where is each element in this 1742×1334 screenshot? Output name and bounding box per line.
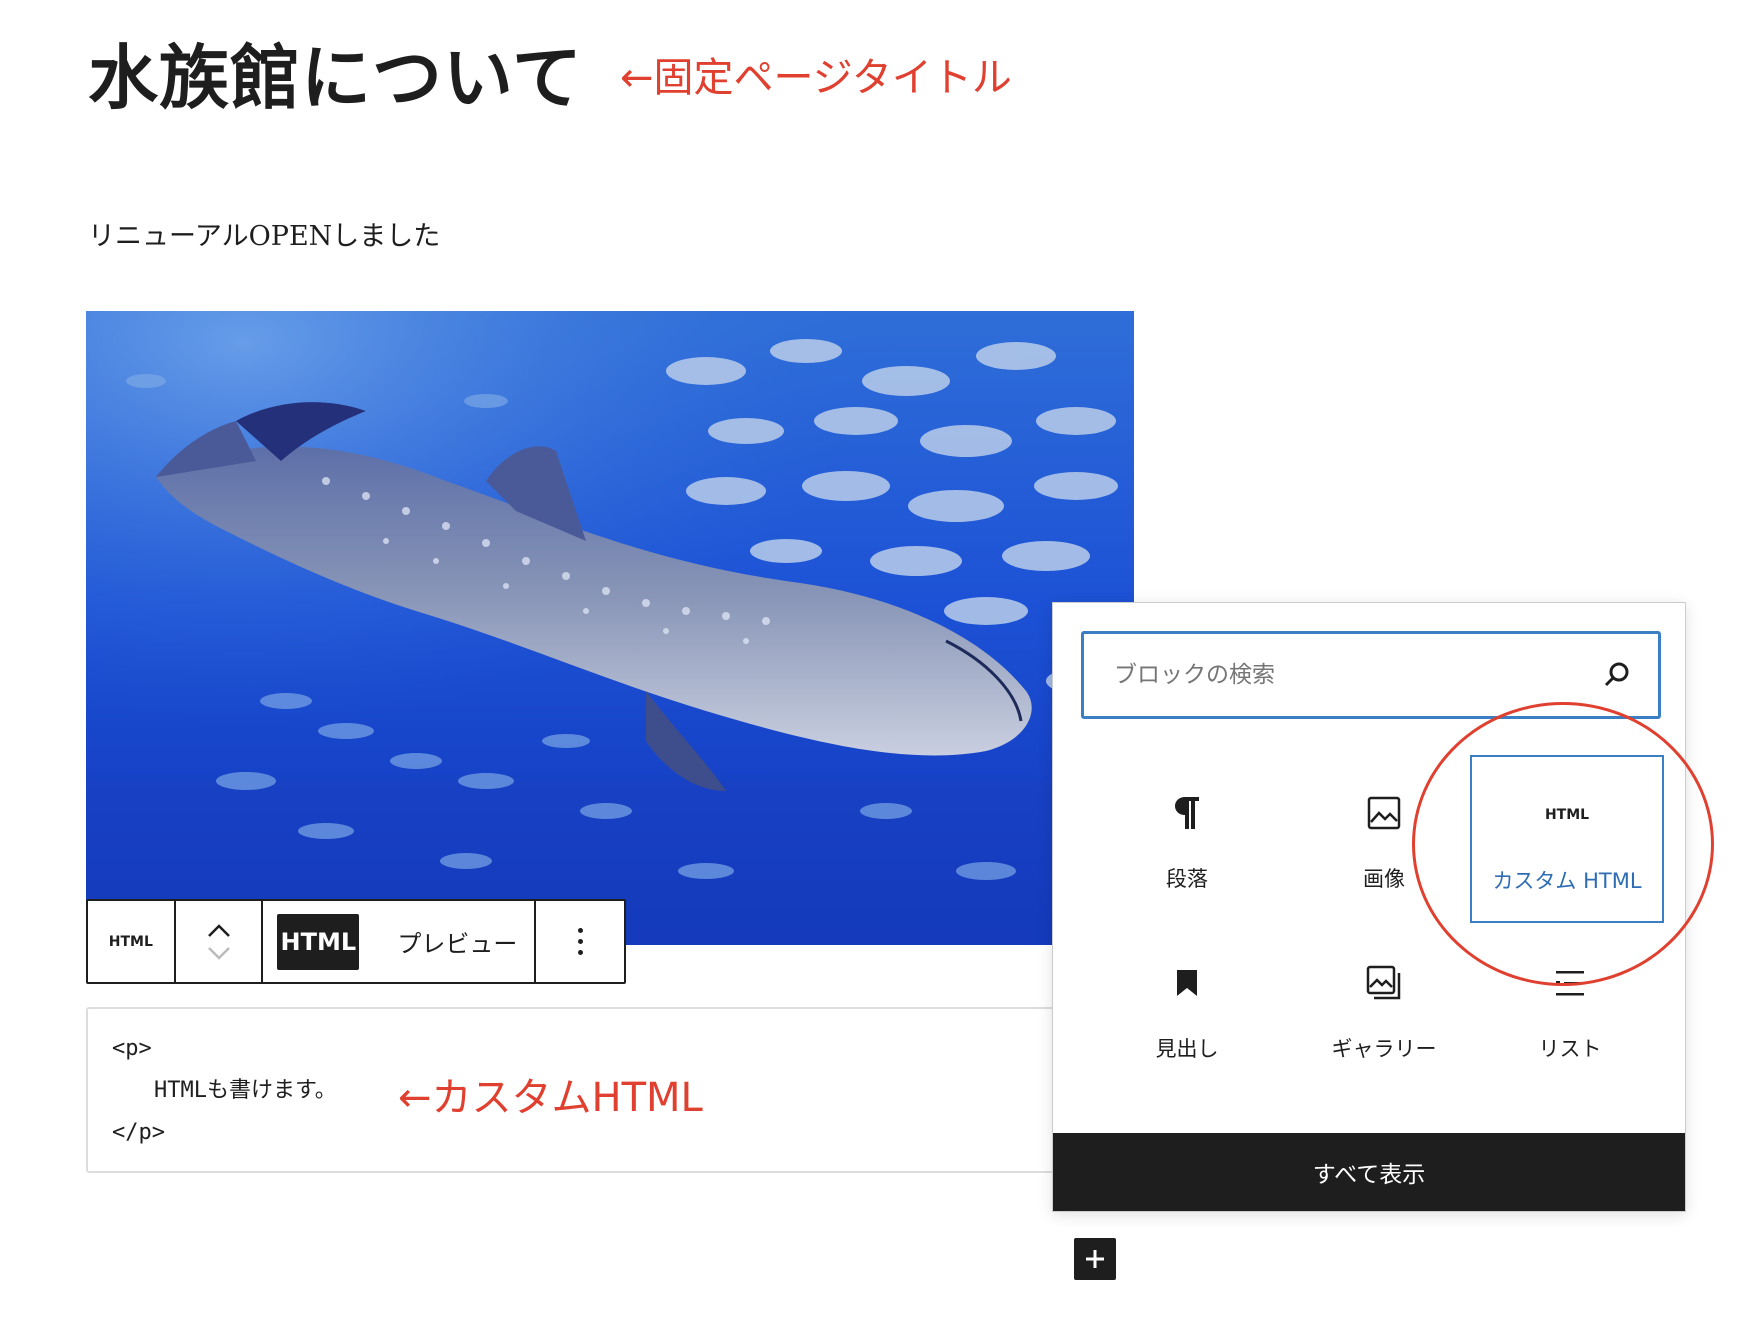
code-line: </p>	[112, 1120, 165, 1145]
move-controls	[176, 901, 264, 982]
block-inserter-popover: 段落 画像 HTML カスタム HTML 見出し	[1052, 602, 1686, 1212]
whale-shark-image[interactable]	[86, 311, 1134, 945]
image-icon	[1367, 791, 1401, 835]
block-paragraph[interactable]: 段落	[1090, 755, 1284, 923]
block-label: 見出し	[1155, 1037, 1219, 1061]
add-block-button[interactable]	[1074, 1238, 1116, 1280]
aquarium-photo	[86, 311, 1134, 945]
code-line: <p>	[112, 1036, 152, 1061]
show-all-button[interactable]: すべて表示	[1053, 1133, 1685, 1211]
html-mode-button[interactable]: HTML	[277, 913, 360, 970]
move-down-icon[interactable]	[206, 945, 232, 961]
title-annotation: ←固定ページタイトル	[620, 55, 1012, 101]
list-icon	[1554, 961, 1586, 1005]
block-image[interactable]: 画像	[1287, 755, 1481, 923]
preview-mode-button[interactable]: プレビュー	[397, 924, 517, 959]
more-options-icon[interactable]	[536, 901, 624, 982]
block-label: 画像	[1363, 867, 1405, 891]
paragraph-icon	[1173, 791, 1201, 835]
html-annotation: ←カスタムHTML	[398, 1075, 703, 1121]
paragraph-block[interactable]: リニューアルOPENしました	[88, 214, 440, 260]
search-icon[interactable]	[1602, 660, 1632, 690]
block-label: カスタム HTML	[1492, 869, 1642, 893]
block-search-input[interactable]	[1114, 634, 1574, 716]
page-title[interactable]: 水族館について	[88, 28, 583, 128]
move-up-icon[interactable]	[206, 923, 232, 939]
bookmark-icon	[1175, 961, 1199, 1005]
gallery-icon	[1366, 961, 1402, 1005]
code-line: HTMLも書けます。	[154, 1078, 337, 1103]
block-custom-html[interactable]: HTML カスタム HTML	[1470, 755, 1664, 923]
block-toolbar: HTML HTML プレビュー	[86, 899, 626, 984]
block-label: リスト	[1538, 1037, 1602, 1061]
html-icon: HTML	[1544, 807, 1590, 823]
plus-icon	[1086, 1250, 1104, 1268]
block-label: ギャラリー	[1331, 1037, 1437, 1061]
block-type-button[interactable]: HTML	[88, 901, 176, 982]
block-search	[1081, 631, 1661, 719]
mode-switcher: HTML プレビュー	[263, 901, 537, 982]
block-gallery[interactable]: ギャラリー	[1287, 925, 1481, 1093]
block-label: 段落	[1166, 867, 1208, 891]
block-heading[interactable]: 見出し	[1090, 925, 1284, 1093]
block-list[interactable]: リスト	[1473, 925, 1667, 1093]
